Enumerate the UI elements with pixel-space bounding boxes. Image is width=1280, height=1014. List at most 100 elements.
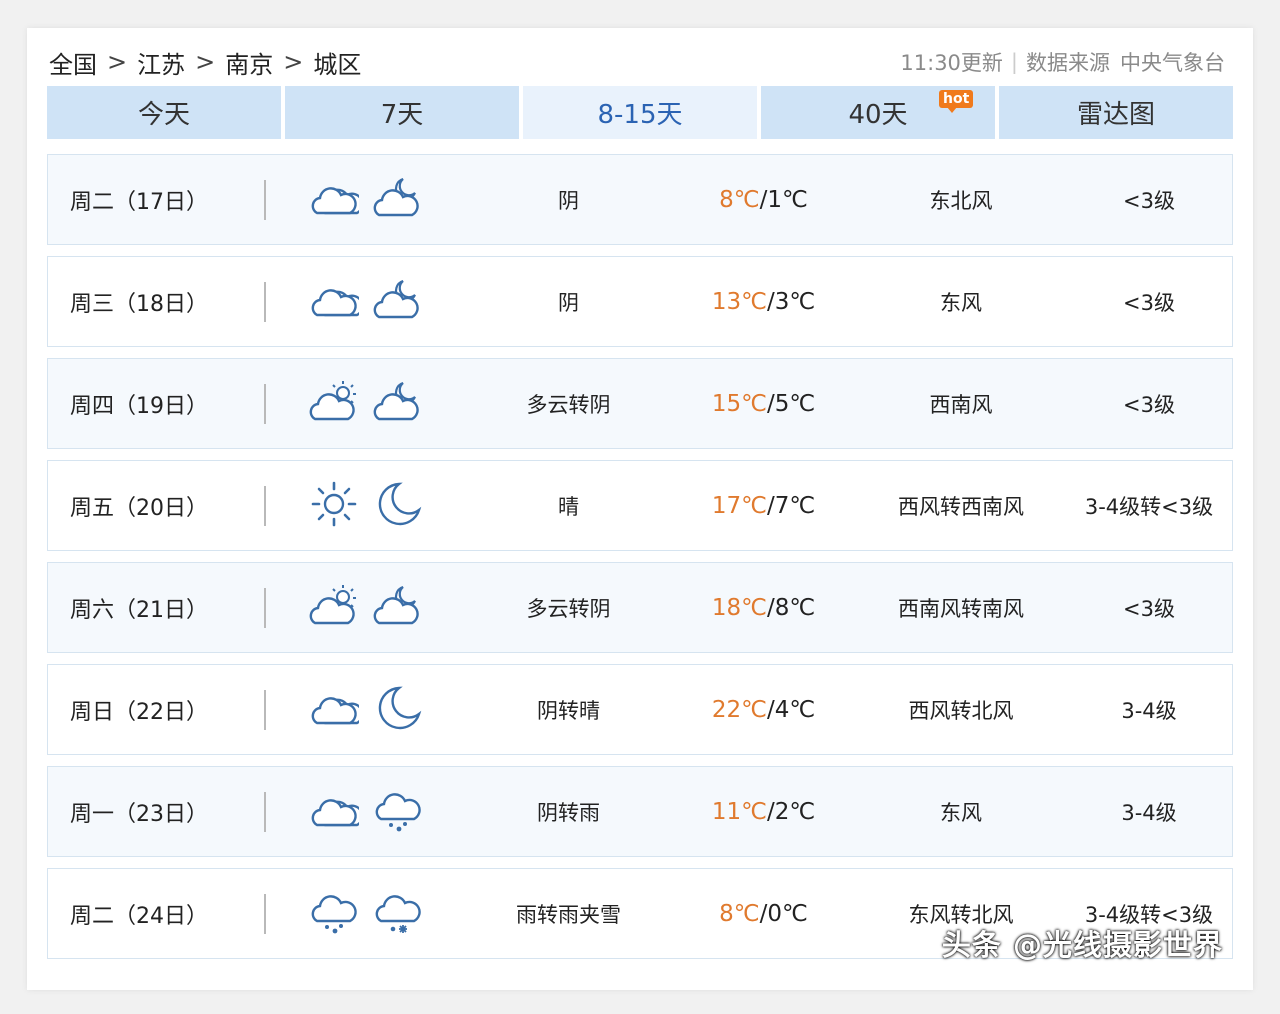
high-temp: 8℃ xyxy=(719,900,760,927)
temperature: 8℃/1℃ xyxy=(671,187,856,213)
forecast-row: 周五（20日） 晴 17℃/7℃ 西风转西南风 3-4级转<3级 xyxy=(47,460,1233,551)
forecast-row: 周六（21日） 多云转阴 18℃/8℃ 西南风转南风 <3级 xyxy=(47,562,1233,653)
rain-icon xyxy=(373,785,423,839)
weather-icons xyxy=(266,173,466,227)
breadcrumb: 全国 > 江苏 > 南京 > 城区 xyxy=(49,45,361,80)
low-temp: 1℃ xyxy=(767,186,808,213)
temp-separator: / xyxy=(766,492,775,519)
low-temp: 3℃ xyxy=(774,288,816,315)
wind-level: <3级 xyxy=(1123,392,1175,417)
weather-icons xyxy=(266,275,466,329)
day-label: 周二（24日） xyxy=(70,903,208,929)
breadcrumb-item-district: 城区 xyxy=(313,50,362,79)
cloudy-icon xyxy=(309,275,364,329)
tab-label: 今天 xyxy=(137,100,190,130)
moon-icon xyxy=(373,479,423,533)
forecast-row: 周日（22日） 阴转晴 22℃/4℃ 西风转北风 3-4级 xyxy=(47,664,1233,755)
wind-level: 3-4级转<3级 xyxy=(1084,494,1214,519)
high-temp: 13℃ xyxy=(711,288,767,315)
temperature: 22℃/4℃ xyxy=(671,697,856,723)
day-label: 周五（20日） xyxy=(70,495,208,521)
day-label: 周三（18日） xyxy=(70,291,208,317)
forecast-row: 周四（19日） 多云转阴 15℃/5℃ 西南风 <3级 xyxy=(47,358,1233,449)
weather-icons xyxy=(266,479,466,533)
wind-level: <3级 xyxy=(1123,188,1175,213)
tab-label: 雷达图 xyxy=(1076,100,1155,130)
partly-cloudy-icon xyxy=(309,581,359,635)
high-temp: 22℃ xyxy=(711,696,767,723)
day-label: 周二（17日） xyxy=(70,189,208,215)
temp-separator: / xyxy=(766,390,775,417)
weather-text: 晴 xyxy=(558,494,579,519)
high-temp: 15℃ xyxy=(711,390,767,417)
temperature: 18℃/8℃ xyxy=(671,595,856,621)
low-temp: 7℃ xyxy=(774,492,816,519)
wind-level: 3-4级 xyxy=(1121,800,1177,825)
breadcrumb-item-country[interactable]: 全国 xyxy=(49,45,97,80)
weather-icons xyxy=(266,581,466,635)
breadcrumb-separator: > xyxy=(283,48,304,76)
forecast-row: 周二（17日） 阴 8℃/1℃ 东北风 <3级 xyxy=(47,154,1233,245)
high-temp: 11℃ xyxy=(711,798,767,825)
weather-text: 阴 xyxy=(558,290,579,315)
update-meta: 11:30更新 | 数据来源 中央气象台 xyxy=(900,47,1225,77)
wind-direction: 西风转北风 xyxy=(908,698,1014,723)
tab-radar[interactable]: 雷达图 xyxy=(999,86,1233,139)
cloudy-night-icon xyxy=(373,275,423,329)
low-temp: 0℃ xyxy=(767,900,808,927)
sleet-icon xyxy=(373,887,423,941)
cloudy-night-icon xyxy=(373,377,423,431)
high-temp: 18℃ xyxy=(711,594,767,621)
rain-icon xyxy=(309,887,359,941)
moon-icon xyxy=(373,683,423,737)
weather-text: 多云转阴 xyxy=(526,596,611,621)
tab-40-days[interactable]: 40天 hot xyxy=(761,86,995,139)
forecast-card: 全国 > 江苏 > 南京 > 城区 11:30更新 | 数据来源 中央气象台 今… xyxy=(27,28,1253,990)
cloudy-night-icon xyxy=(373,581,423,635)
header: 全国 > 江苏 > 南京 > 城区 11:30更新 | 数据来源 中央气象台 xyxy=(49,42,1225,82)
tab-label: 7天 xyxy=(380,100,424,130)
cloudy-icon xyxy=(309,173,364,227)
tab-today[interactable]: 今天 xyxy=(47,86,281,139)
wind-direction: 西风转西南风 xyxy=(898,494,1024,519)
tab-8-15-days[interactable]: 8-15天 xyxy=(523,86,757,139)
tab-7-days[interactable]: 7天 xyxy=(285,86,519,139)
weather-text: 阴 xyxy=(558,188,579,213)
wind-direction: 东北风 xyxy=(929,188,993,213)
forecast-row: 周三（18日） 阴 13℃/3℃ 东风 <3级 xyxy=(47,256,1233,347)
wind-direction: 西南风 xyxy=(929,392,993,417)
watermark: 头条 @光线摄影世界 xyxy=(941,928,1223,962)
low-temp: 4℃ xyxy=(774,696,816,723)
cloudy-icon xyxy=(309,683,364,737)
low-temp: 5℃ xyxy=(774,390,816,417)
wind-level: <3级 xyxy=(1123,596,1175,621)
tab-label: 40天 xyxy=(848,100,908,130)
high-temp: 17℃ xyxy=(711,492,767,519)
forecast-row: 周一（23日） 阴转雨 11℃/2℃ 东风 3-4级 xyxy=(47,766,1233,857)
source-name: 中央气象台 xyxy=(1120,51,1225,75)
temperature: 11℃/2℃ xyxy=(671,799,856,825)
low-temp: 8℃ xyxy=(774,594,816,621)
partly-cloudy-icon xyxy=(309,377,359,431)
temp-separator: / xyxy=(766,696,775,723)
day-label: 周六（21日） xyxy=(70,597,208,623)
low-temp: 2℃ xyxy=(774,798,816,825)
temp-separator: / xyxy=(766,594,775,621)
sun-icon xyxy=(309,479,359,533)
update-time: 11:30更新 xyxy=(900,51,1003,75)
breadcrumb-item-province[interactable]: 江苏 xyxy=(137,45,185,80)
cloudy-night-icon xyxy=(373,173,423,227)
breadcrumb-separator: > xyxy=(195,48,216,76)
weather-icons xyxy=(266,887,466,941)
temperature: 8℃/0℃ xyxy=(671,901,856,927)
wind-level: 3-4级 xyxy=(1121,698,1177,723)
breadcrumb-item-city[interactable]: 南京 xyxy=(225,45,273,80)
weather-text: 多云转阴 xyxy=(526,392,611,417)
temperature: 13℃/3℃ xyxy=(671,289,856,315)
day-label: 周日（22日） xyxy=(70,699,208,725)
breadcrumb-separator: > xyxy=(107,48,128,76)
high-temp: 8℃ xyxy=(719,186,760,213)
wind-direction: 东风 xyxy=(940,800,982,825)
cloudy-icon xyxy=(309,785,364,839)
weather-text: 雨转雨夹雪 xyxy=(516,902,621,927)
